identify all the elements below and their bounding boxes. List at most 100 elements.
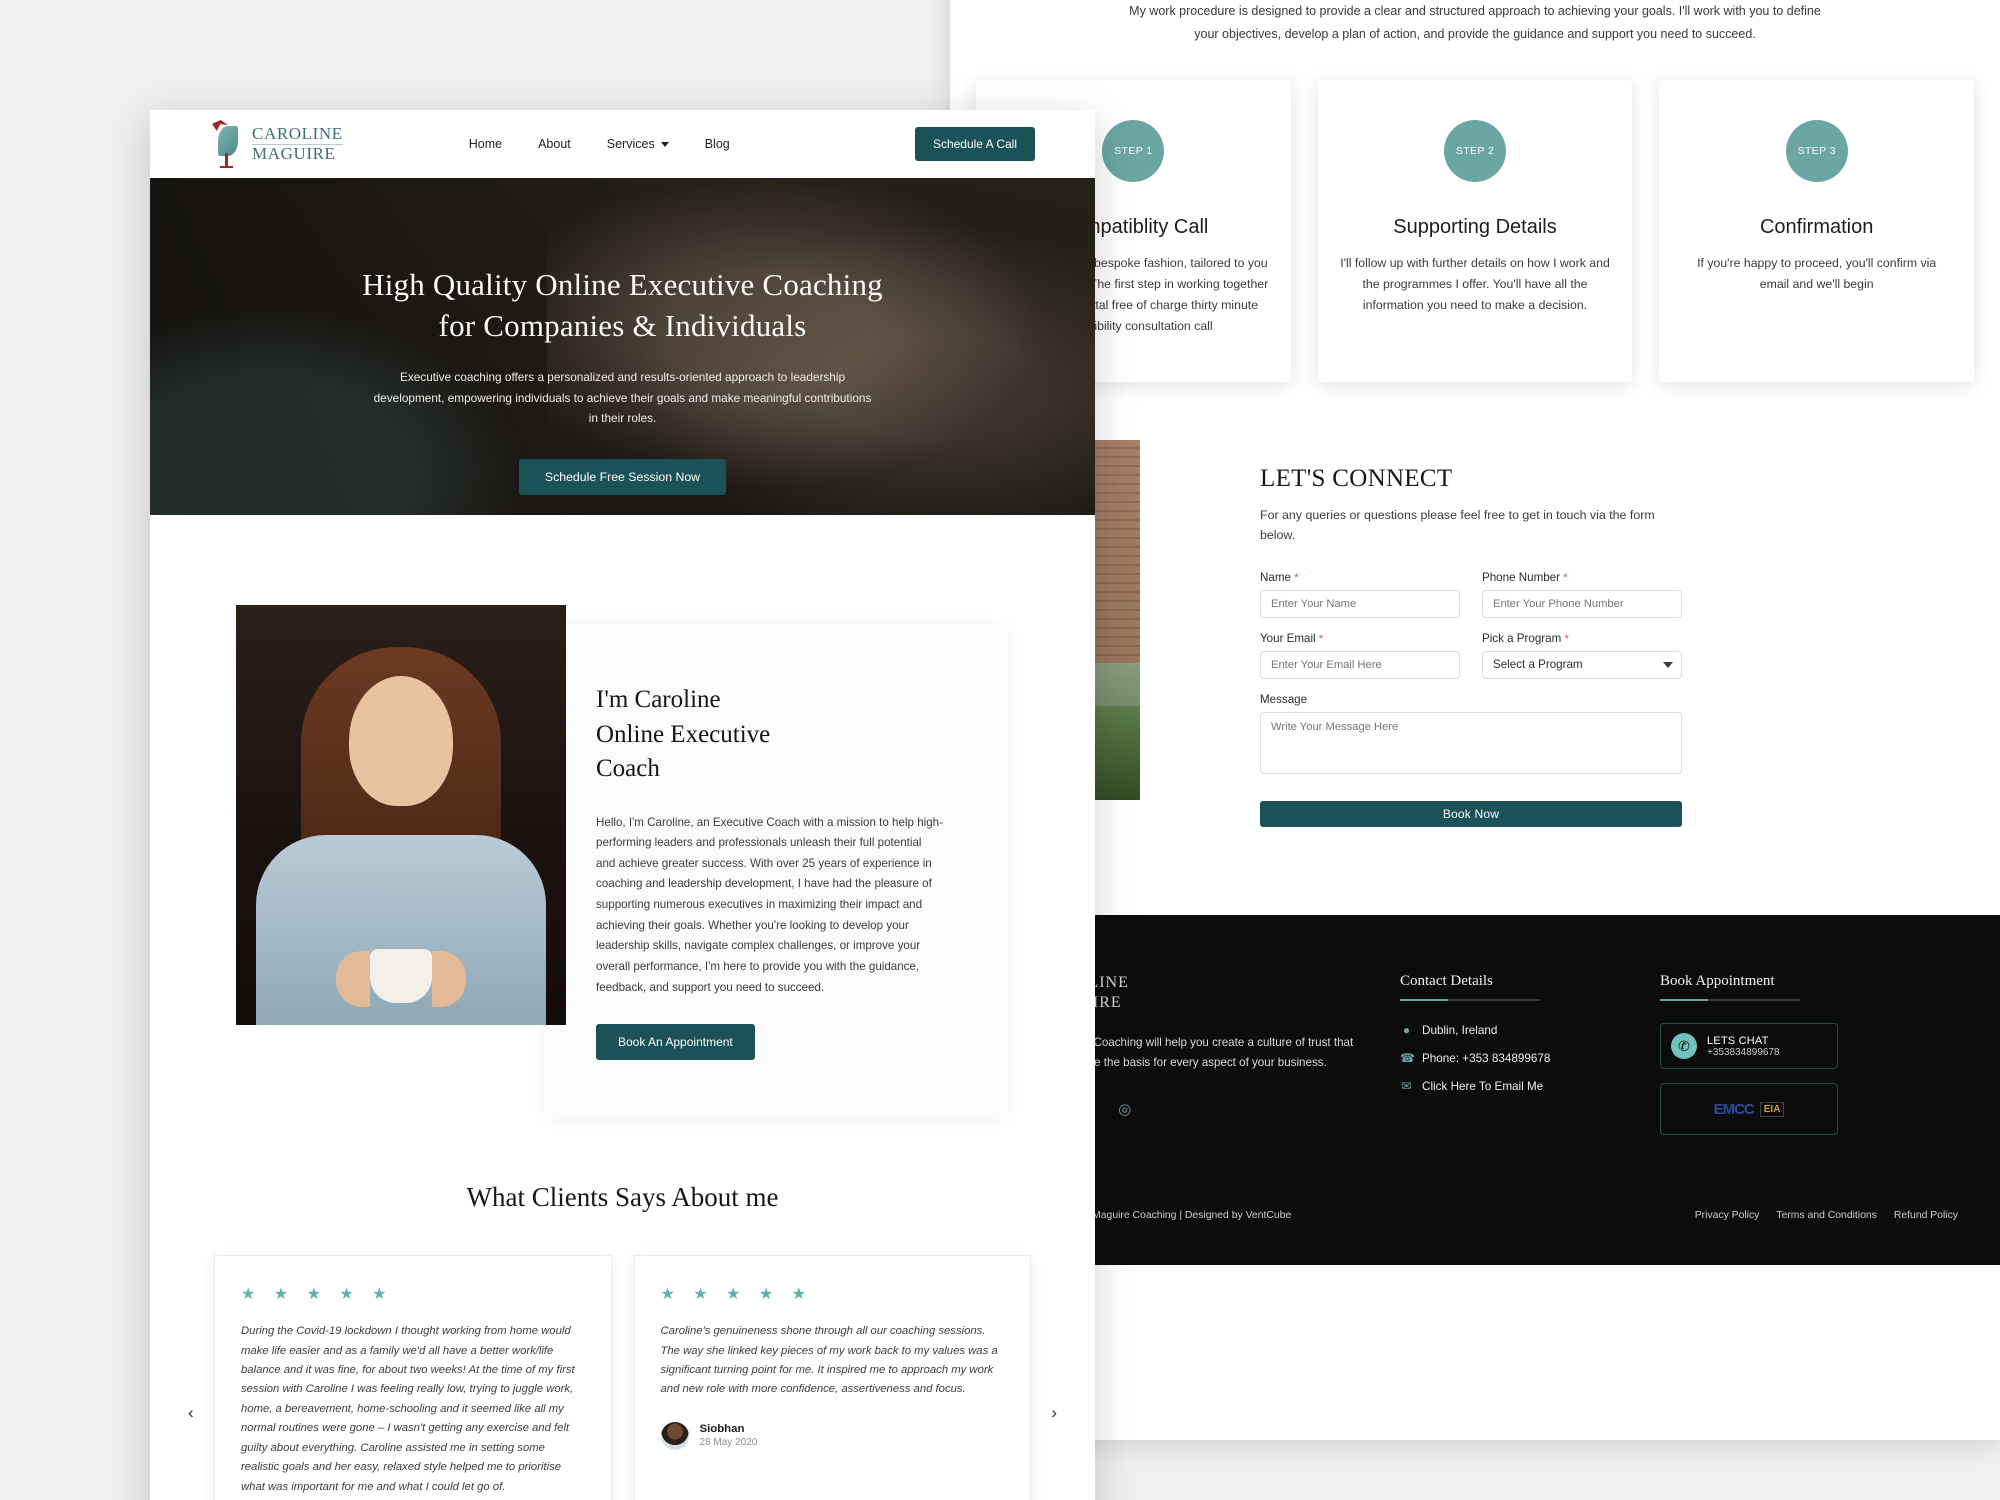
required-asterisk: * xyxy=(1563,572,1568,585)
privacy-policy-link[interactable]: Privacy Policy xyxy=(1695,1210,1760,1221)
eia-logo: EIA xyxy=(1759,1101,1785,1117)
site-navbar: CAROLINE MAGUIRE Home About Services Blo… xyxy=(150,110,1095,178)
footer-contact-column: Contact Details ● Dublin, Ireland ☎ Phon… xyxy=(1400,973,1630,1135)
message-field-group: Message xyxy=(1260,693,1682,779)
step-card: STEP 2 Supporting Details I'll follow up… xyxy=(1317,80,1633,382)
testimonial-author: Siobhan 28 May 2020 xyxy=(660,1421,1005,1450)
footer-phone-text: Phone: +353 834899678 xyxy=(1422,1051,1551,1065)
hero-title-line1: High Quality Online Executive Coaching xyxy=(362,267,883,302)
hero-paragraph: Executive coaching offers a personalized… xyxy=(373,370,872,426)
schedule-free-session-button[interactable]: Schedule Free Session Now xyxy=(518,458,727,495)
contact-form: Name * Phone Number * Your Email * Pick … xyxy=(1260,571,1900,828)
footer-divider xyxy=(1660,999,1800,1001)
site-footer: CAROLINE MAGUIRE Executive Coaching will… xyxy=(950,915,2000,1265)
footer-contact-phone[interactable]: ☎ Phone: +353 834899678 xyxy=(1400,1051,1630,1065)
program-select[interactable]: Select a Program xyxy=(1482,651,1682,680)
about-heading-line3: Coach xyxy=(596,755,660,782)
rating-stars: ★ ★ ★ ★ ★ xyxy=(660,1286,813,1304)
testimonial-card: ★ ★ ★ ★ ★ During the Covid-19 lockdown I… xyxy=(214,1255,612,1500)
program-select-wrapper[interactable]: Select a Program xyxy=(1482,651,1682,680)
whatsapp-icon: ✆ xyxy=(1671,1033,1697,1059)
phone-field-group: Phone Number * xyxy=(1482,571,1682,619)
screenshot-stage: My work procedure is designed to provide… xyxy=(0,0,2000,1500)
name-input[interactable] xyxy=(1260,590,1460,619)
required-asterisk: * xyxy=(1294,572,1299,585)
testimonials-section: What Clients Says About me ‹ › ★ ★ ★ ★ ★… xyxy=(150,1116,1095,1500)
main-navigation: Home About Services Blog xyxy=(469,137,730,151)
about-heading: I'm Caroline Online Executive Coach xyxy=(596,683,944,787)
site-logo[interactable]: CAROLINE MAGUIRE xyxy=(210,120,343,168)
book-now-button[interactable]: Book Now xyxy=(1260,801,1682,828)
footer-contact-heading: Contact Details xyxy=(1400,973,1493,989)
footer-email-text: Click Here To Email Me xyxy=(1422,1079,1544,1093)
chat-number: +353834899678 xyxy=(1707,1046,1780,1058)
step-badge: STEP 1 xyxy=(1102,120,1165,182)
email-label: Your Email * xyxy=(1260,632,1460,645)
name-label: Name * xyxy=(1260,571,1460,584)
book-an-appointment-button[interactable]: Book An Appointment xyxy=(596,1024,755,1061)
hero-title: High Quality Online Executive Coaching f… xyxy=(150,264,1095,346)
hero-title-line2: for Companies & Individuals xyxy=(438,308,807,344)
program-label-text: Pick a Program xyxy=(1482,632,1562,646)
required-asterisk: * xyxy=(1318,633,1324,646)
footer-location-text: Dublin, Ireland xyxy=(1422,1023,1498,1037)
author-info: Siobhan 28 May 2020 xyxy=(700,1423,758,1448)
nav-services-label: Services xyxy=(606,137,655,151)
step-badge: STEP 2 xyxy=(1444,120,1506,182)
program-field-group: Pick a Program * Select a Program xyxy=(1482,632,1682,680)
nav-item-home[interactable]: Home xyxy=(469,137,502,151)
about-section: I'm Caroline Online Executive Coach Hell… xyxy=(150,515,1095,1117)
message-label: Message xyxy=(1260,693,1308,707)
footer-columns: CAROLINE MAGUIRE Executive Coaching will… xyxy=(950,915,2000,1135)
footer-book-heading: Book Appointment xyxy=(1660,973,1775,989)
pinterest-icon[interactable]: ◎ xyxy=(1118,1100,1131,1118)
testimonials-carousel: ‹ › ★ ★ ★ ★ ★ During the Covid-19 lockdo… xyxy=(150,1255,1095,1500)
testimonials-heading: What Clients Says About me xyxy=(466,1182,779,1213)
name-field-group: Name * xyxy=(1260,571,1460,619)
program-label: Pick a Program * xyxy=(1482,632,1682,645)
phone-label-text: Phone Number xyxy=(1482,571,1560,585)
chat-labels: LETS CHAT +353834899678 xyxy=(1707,1035,1780,1058)
hero-content: High Quality Online Executive Coaching f… xyxy=(150,178,1095,495)
nav-item-about[interactable]: About xyxy=(538,137,571,151)
carousel-prev-button[interactable]: ‹ xyxy=(188,1403,194,1423)
process-steps-row: STEP 1 Compatiblity Call I like to work … xyxy=(950,80,2000,382)
email-input[interactable] xyxy=(1260,651,1460,680)
phone-icon: ☎ xyxy=(1400,1051,1415,1065)
contact-title: LET'S CONNECT xyxy=(1260,465,1453,492)
testimonial-cards-row: ★ ★ ★ ★ ★ During the Covid-19 lockdown I… xyxy=(214,1255,1031,1500)
leaf-shape xyxy=(218,126,238,156)
nav-item-blog[interactable]: Blog xyxy=(705,137,730,151)
hero-section: High Quality Online Executive Coaching f… xyxy=(150,178,1095,515)
footer-divider xyxy=(1400,999,1540,1001)
about-portrait-photo xyxy=(236,605,566,1025)
about-text-card: I'm Caroline Online Executive Coach Hell… xyxy=(546,625,1006,1117)
phone-input[interactable] xyxy=(1482,590,1682,619)
refund-policy-link[interactable]: Refund Policy xyxy=(1894,1210,1958,1221)
testimonial-text: During the Covid-19 lockdown I thought w… xyxy=(241,1325,575,1493)
schedule-a-call-button[interactable]: Schedule A Call xyxy=(914,127,1035,161)
contact-subtitle: For any queries or questions please feel… xyxy=(1260,508,1655,543)
footer-contact-location: ● Dublin, Ireland xyxy=(1400,1023,1630,1037)
footer-bottom-bar: © Caroline Maguire Coaching | Designed b… xyxy=(950,1210,2000,1221)
testimonial-text: Caroline's genuineness shone through all… xyxy=(660,1325,998,1396)
envelope-icon: ✉ xyxy=(1401,1079,1412,1093)
chevron-down-icon xyxy=(660,141,669,147)
logo-line-1: CAROLINE xyxy=(252,124,343,145)
message-textarea[interactable] xyxy=(1260,712,1682,775)
stand-shape xyxy=(220,153,233,168)
logo-mark-icon xyxy=(210,120,244,168)
author-date: 28 May 2020 xyxy=(699,1437,758,1449)
carousel-next-button[interactable]: › xyxy=(1051,1403,1057,1423)
footer-contact-email[interactable]: ✉ Click Here To Email Me xyxy=(1400,1079,1630,1093)
whatsapp-chat-button[interactable]: ✆ LETS CHAT +353834899678 xyxy=(1660,1023,1838,1069)
chat-title: LETS CHAT xyxy=(1707,1034,1769,1047)
emcc-logo: EMCC xyxy=(1713,1100,1755,1118)
rating-stars: ★ ★ ★ ★ ★ xyxy=(241,1286,394,1304)
location-pin-icon: ● xyxy=(1402,1023,1411,1037)
terms-conditions-link[interactable]: Terms and Conditions xyxy=(1776,1210,1877,1221)
nav-item-services[interactable]: Services xyxy=(607,137,669,151)
contact-form-section: LET'S CONNECT For any queries or questio… xyxy=(1260,465,1900,828)
name-label-text: Name xyxy=(1260,571,1291,585)
certification-badges[interactable]: EMCC EIA xyxy=(1660,1083,1838,1135)
